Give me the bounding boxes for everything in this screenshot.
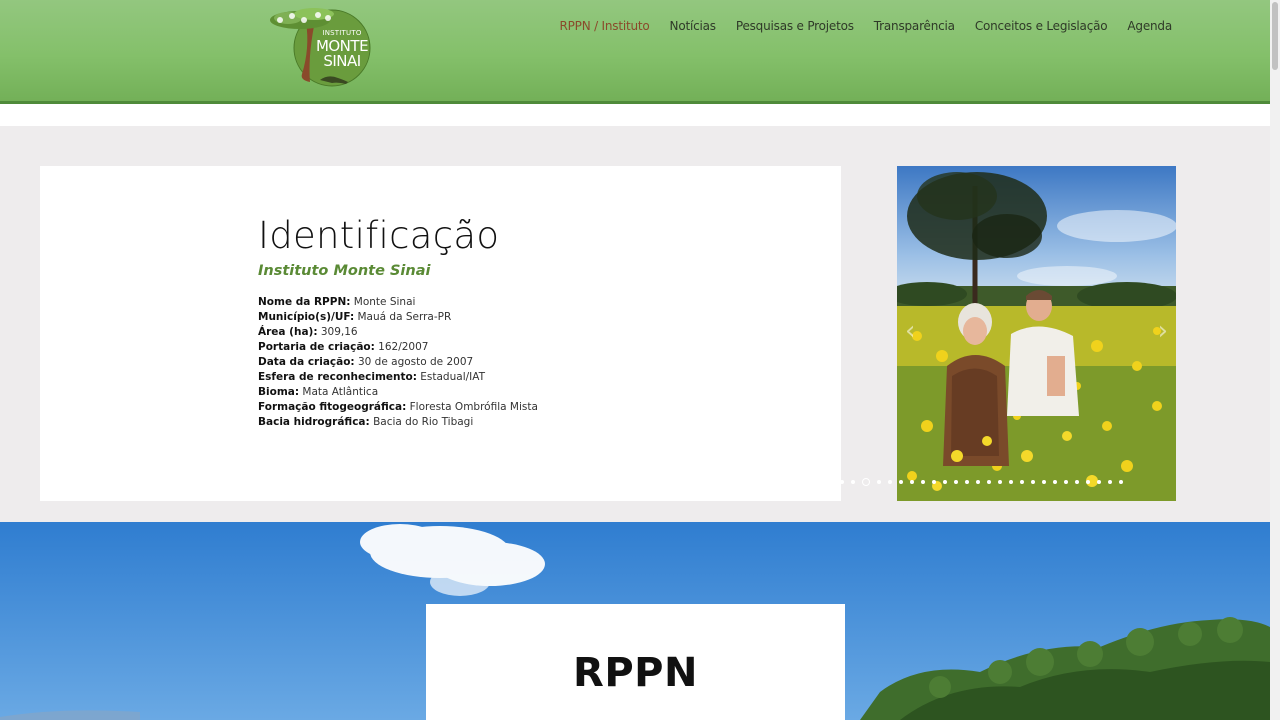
slider-dot[interactable] — [899, 480, 903, 484]
fact-row-esfera: Esfera de reconhecimento: Estadual/IAT — [258, 370, 758, 385]
slider-dot[interactable] — [862, 478, 870, 486]
page-scrollbar[interactable] — [1270, 0, 1280, 720]
rppn-title-card: RPPN — [426, 604, 845, 720]
site-logo[interactable]: INSTITUTO MONTE SINAI — [270, 8, 382, 88]
slider-dot[interactable] — [851, 480, 855, 484]
main-nav: RPPN / Instituto Notícias Pesquisas e Pr… — [559, 19, 1172, 33]
fact-value: 309,16 — [320, 326, 358, 338]
identification-card: Identificação Instituto Monte Sinai Nome… — [40, 166, 841, 501]
fact-value: Monte Sinai — [353, 296, 416, 308]
slider-dot[interactable] — [888, 480, 892, 484]
rppn-heading: RPPN — [573, 650, 698, 696]
fact-label: Bioma: — [258, 386, 300, 398]
slider-dot[interactable] — [877, 480, 881, 484]
nav-item-noticias[interactable]: Notícias — [670, 19, 716, 33]
slider-pagination — [840, 478, 1123, 486]
nav-item-rppn-instituto[interactable]: RPPN / Instituto — [559, 19, 649, 33]
fact-label: Formação fitogeográfica: — [258, 401, 407, 413]
fact-row-bioma: Bioma: Mata Atlântica — [258, 385, 758, 400]
couple-in-field-photo — [897, 166, 1176, 501]
fact-label: Município(s)/UF: — [258, 311, 355, 323]
fact-value: Estadual/IAT — [420, 371, 486, 383]
fact-value: 162/2007 — [378, 341, 429, 353]
rppn-hero: RPPN — [0, 522, 1270, 720]
logo-line-instituto: INSTITUTO — [322, 29, 362, 37]
fact-value: Mauá da Serra-PR — [357, 311, 452, 323]
fact-value: Mata Atlântica — [302, 386, 379, 398]
slider-dot[interactable] — [965, 480, 969, 484]
slider-dot[interactable] — [1031, 480, 1035, 484]
slider-dot[interactable] — [921, 480, 925, 484]
slider-dot[interactable] — [1108, 480, 1112, 484]
fact-label: Portaria de criação: — [258, 341, 375, 353]
chevron-left-icon[interactable]: ‹ — [905, 316, 915, 346]
fact-row-nome: Nome da RPPN: Monte Sinai — [258, 295, 758, 310]
identification-section: Identificação Instituto Monte Sinai Nome… — [0, 126, 1270, 522]
fact-row-bacia: Bacia hidrográfica: Bacia do Rio Tibagi — [258, 415, 758, 430]
fact-label: Nome da RPPN: — [258, 296, 351, 308]
fact-row-area: Área (ha): 309,16 — [258, 325, 758, 340]
fact-row-municipio: Município(s)/UF: Mauá da Serra-PR — [258, 310, 758, 325]
fact-label: Data da criação: — [258, 356, 355, 368]
section-title: Identificação — [258, 214, 500, 257]
site-header: INSTITUTO MONTE SINAI RPPN / Instituto N… — [0, 0, 1270, 104]
slider-dot[interactable] — [932, 480, 936, 484]
slider-photo[interactable]: ‹ › — [897, 166, 1176, 501]
logo-wordmark: INSTITUTO MONTE SINAI — [312, 30, 372, 69]
slider-dot[interactable] — [1075, 480, 1079, 484]
facts-list: Nome da RPPN: Monte Sinai Município(s)/U… — [258, 295, 758, 430]
slider-dot[interactable] — [954, 480, 958, 484]
slider-dot[interactable] — [1020, 480, 1024, 484]
slider-dot[interactable] — [1119, 480, 1123, 484]
fact-value: Bacia do Rio Tibagi — [373, 416, 474, 428]
nav-item-conceitos-legislacao[interactable]: Conceitos e Legislação — [975, 19, 1108, 33]
fact-label: Área (ha): — [258, 326, 318, 338]
nav-item-transparencia[interactable]: Transparência — [874, 19, 955, 33]
fact-row-data: Data da criação: 30 de agosto de 2007 — [258, 355, 758, 370]
fact-row-formacao: Formação fitogeográfica: Floresta Ombróf… — [258, 400, 758, 415]
slider-dot[interactable] — [1086, 480, 1090, 484]
slider-dot[interactable] — [987, 480, 991, 484]
fact-row-portaria: Portaria de criação: 162/2007 — [258, 340, 758, 355]
nav-item-agenda[interactable]: Agenda — [1127, 19, 1172, 33]
nav-item-pesquisas-projetos[interactable]: Pesquisas e Projetos — [736, 19, 854, 33]
slider-dot[interactable] — [1053, 480, 1057, 484]
slider-dot[interactable] — [1064, 480, 1068, 484]
fact-value: 30 de agosto de 2007 — [357, 356, 474, 368]
header-spacer — [0, 104, 1270, 126]
section-subtitle: Instituto Monte Sinai — [258, 263, 431, 279]
slider-dot[interactable] — [998, 480, 1002, 484]
logo-line-sinai: SINAI — [323, 52, 361, 70]
slider-dot[interactable] — [1097, 480, 1101, 484]
identification-content: Identificação Instituto Monte Sinai Nome… — [258, 214, 758, 430]
fact-value: Floresta Ombrófila Mista — [409, 401, 538, 413]
slider-dot[interactable] — [910, 480, 914, 484]
slider-dot[interactable] — [943, 480, 947, 484]
fact-label: Esfera de reconhecimento: — [258, 371, 417, 383]
slider-dot[interactable] — [840, 480, 844, 484]
chevron-right-icon[interactable]: › — [1158, 316, 1168, 346]
scrollbar-thumb[interactable] — [1272, 2, 1278, 70]
slider-dot[interactable] — [1042, 480, 1046, 484]
slider-dot[interactable] — [1009, 480, 1013, 484]
fact-label: Bacia hidrográfica: — [258, 416, 370, 428]
slider-dot[interactable] — [976, 480, 980, 484]
